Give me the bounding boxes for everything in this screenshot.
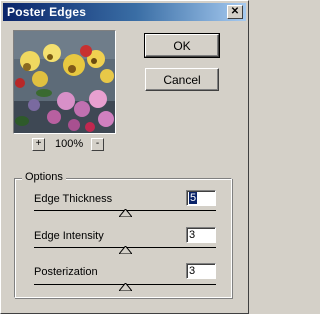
title-bar[interactable]: Poster Edges ✕ — [3, 3, 246, 21]
ok-button[interactable]: OK — [144, 33, 220, 58]
edge-intensity-input[interactable]: 3 — [186, 227, 216, 243]
cancel-label: Cancel — [163, 72, 201, 87]
posterization-value: 3 — [189, 265, 196, 277]
close-icon: ✕ — [230, 6, 240, 17]
poster-edges-dialog: Poster Edges ✕ + 100% - OK Cancel Option… — [0, 0, 249, 314]
edge-intensity-label: Edge Intensity — [34, 230, 104, 242]
zoom-level: 100% — [55, 138, 84, 150]
posterization-input[interactable]: 3 — [186, 263, 216, 279]
posterization-slider-thumb[interactable] — [118, 283, 132, 291]
edge-thickness-input[interactable]: 5 — [186, 190, 216, 206]
ok-label: OK — [173, 38, 191, 53]
edge-intensity-value: 3 — [189, 229, 196, 241]
preview-image[interactable] — [13, 30, 116, 134]
options-group-label: Options — [22, 171, 66, 183]
zoom-in-button[interactable]: + — [32, 138, 45, 151]
cancel-button[interactable]: Cancel — [145, 68, 219, 91]
minus-icon: - — [95, 138, 100, 149]
edge-thickness-label: Edge Thickness — [34, 193, 113, 205]
flower-preview-art — [14, 31, 115, 133]
edge-intensity-slider-thumb[interactable] — [118, 246, 132, 254]
zoom-out-button[interactable]: - — [91, 138, 104, 151]
posterization-label: Posterization — [34, 266, 98, 278]
window-title: Poster Edges — [7, 5, 87, 19]
edge-thickness-slider-thumb[interactable] — [118, 209, 132, 217]
close-button[interactable]: ✕ — [227, 5, 243, 19]
plus-icon: + — [35, 138, 42, 149]
edge-thickness-value: 5 — [189, 192, 198, 204]
